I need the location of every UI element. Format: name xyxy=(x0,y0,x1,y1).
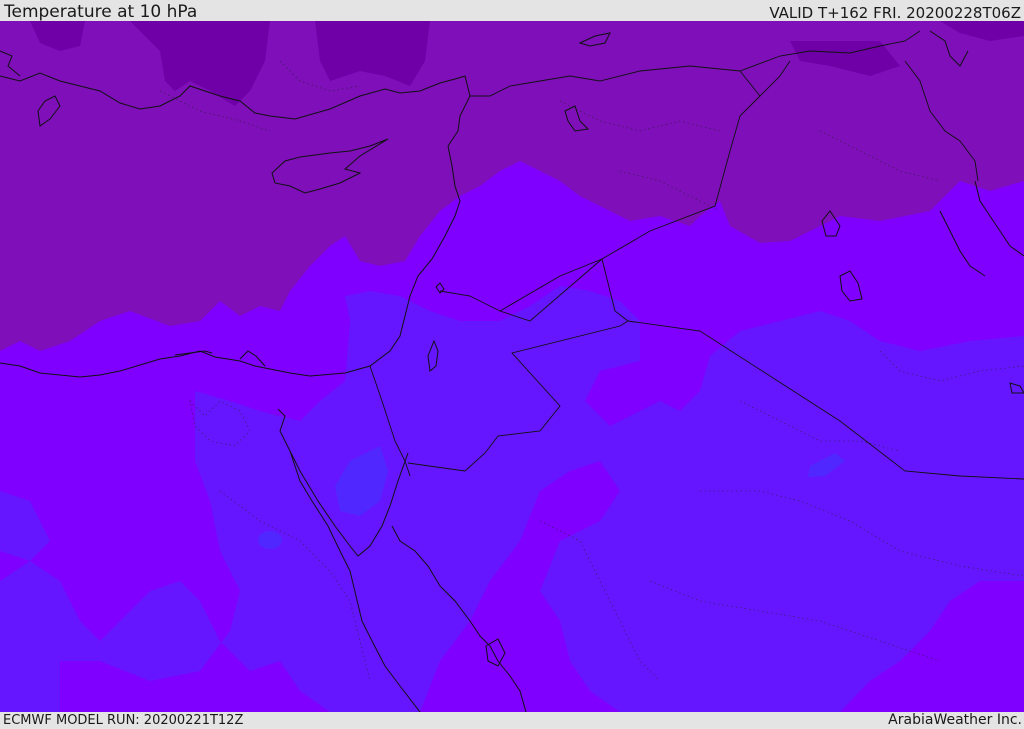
weather-map[interactable] xyxy=(0,21,1024,712)
footer-bar: ECMWF MODEL RUN: 20200221T12Z ArabiaWeat… xyxy=(0,712,1024,729)
valid-time-label: VALID T+162 FRI. 20200228T06Z xyxy=(769,4,1021,22)
map-title: Temperature at 10 hPa xyxy=(4,2,198,22)
map-canvas xyxy=(0,21,1024,712)
field-light-patch-south xyxy=(258,531,282,549)
credit-label: ArabiaWeather Inc. xyxy=(888,712,1022,728)
header-bar: Temperature at 10 hPa VALID T+162 FRI. 2… xyxy=(0,0,1024,21)
model-run-label: ECMWF MODEL RUN: 20200221T12Z xyxy=(3,713,244,728)
